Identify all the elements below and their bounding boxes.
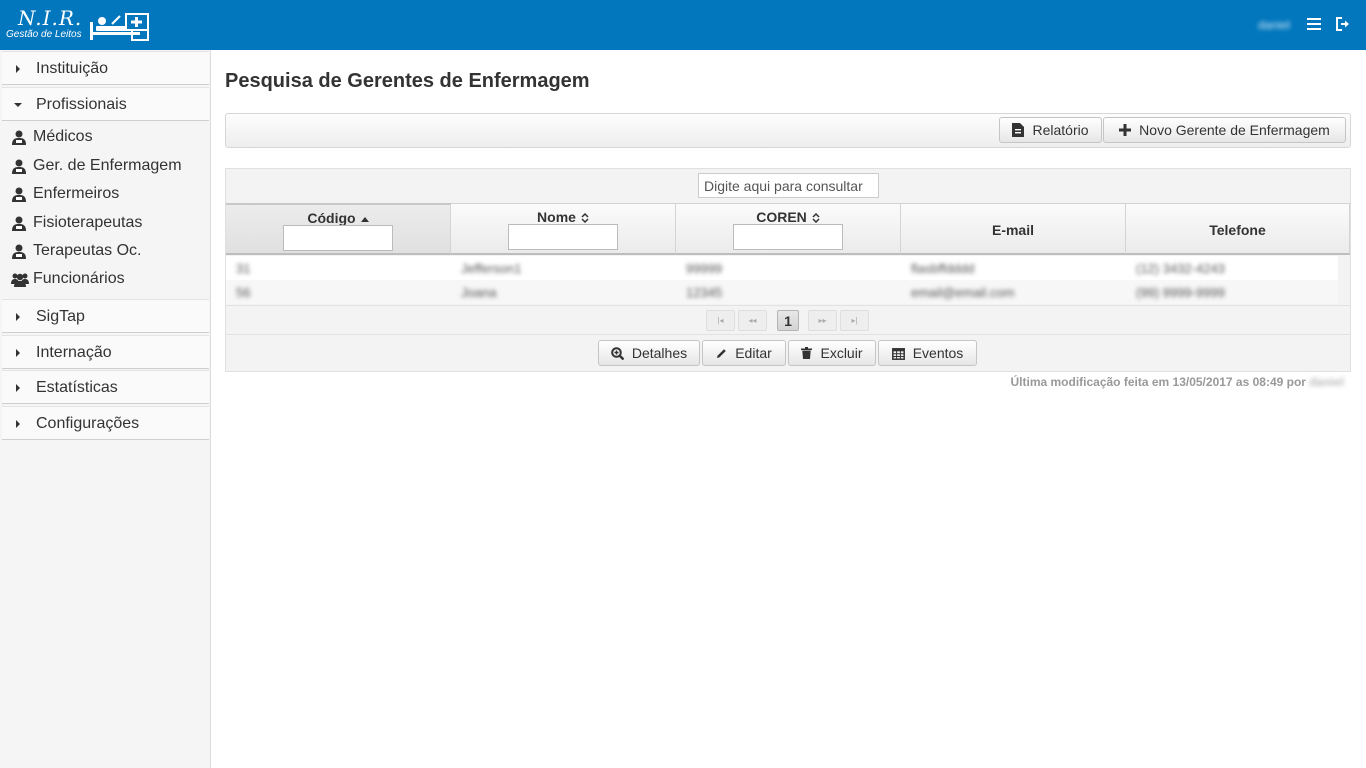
app-logo[interactable]: N.I.R. Gestão de Leitos — [6, 4, 156, 46]
new-manager-button[interactable]: Novo Gerente de Enfermagem — [1103, 117, 1346, 143]
cell-coren: 12345 — [686, 285, 723, 300]
trash-icon — [801, 347, 813, 359]
sidebar-item-label: Terapeutas Oc. — [33, 242, 142, 259]
caret-right-icon — [16, 313, 20, 321]
column-header-codigo[interactable]: Código — [226, 203, 451, 255]
column-label: Código — [307, 210, 356, 226]
caret-right-icon — [16, 65, 20, 73]
caret-right-icon — [16, 420, 20, 428]
sidebar-section-label: Profissionais — [36, 96, 127, 113]
column-header-telefone: Telefone — [1126, 203, 1350, 255]
sort-icon — [581, 213, 589, 224]
filter-coren-input[interactable] — [733, 224, 843, 250]
logo-subtitle: Gestão de Leitos — [6, 29, 82, 40]
search-plus-icon — [611, 346, 624, 360]
delete-label: Excluir — [820, 345, 863, 361]
sidebar-section-profissionais[interactable]: Profissionais — [2, 87, 209, 121]
sidebar-section-label: Configurações — [36, 415, 140, 432]
modified-by-user: daniel — [1309, 375, 1344, 389]
sign-out-icon[interactable] — [1336, 17, 1350, 31]
column-header-nome[interactable]: Nome — [451, 203, 676, 255]
prev-page-icon[interactable]: ◂◂ — [738, 310, 767, 331]
cell-telefone: (12) 3432-4243 — [1136, 261, 1225, 276]
sidebar-section-label: SigTap — [36, 308, 85, 325]
last-modified-text: Última modificação feita em 13/05/2017 a… — [1010, 375, 1306, 389]
sidebar-item-label: Funcionários — [33, 270, 125, 287]
column-label: Telefone — [1209, 222, 1266, 238]
column-header-coren[interactable]: COREN — [676, 203, 901, 255]
new-manager-label: Novo Gerente de Enfermagem — [1139, 122, 1330, 138]
user-md-icon — [12, 216, 26, 231]
global-search-input[interactable] — [698, 173, 879, 198]
last-modified-note: Última modificação feita em 13/05/2017 a… — [1010, 375, 1344, 389]
calendar-icon — [891, 347, 905, 360]
last-page-icon[interactable]: ▸| — [840, 310, 869, 331]
edit-button[interactable]: Editar — [702, 340, 786, 366]
page-title: Pesquisa de Gerentes de Enfermagem — [225, 70, 590, 92]
logo-title: N.I.R. — [18, 6, 83, 30]
hamburger-icon[interactable] — [1307, 18, 1321, 32]
sidebar-section-sigtap[interactable]: SigTap — [2, 299, 209, 333]
cell-codigo: 31 — [236, 261, 251, 276]
filter-nome-input[interactable] — [508, 224, 618, 250]
details-label: Detalhes — [631, 345, 688, 361]
delete-button[interactable]: Excluir — [788, 340, 876, 366]
sort-icon — [812, 213, 820, 224]
cell-email: flasbffdddd — [911, 261, 975, 276]
user-md-icon — [12, 159, 26, 174]
column-label: Nome — [537, 209, 576, 225]
users-icon — [11, 273, 29, 287]
report-button[interactable]: Relatório — [999, 117, 1102, 143]
edit-label: Editar — [735, 345, 772, 361]
column-label: COREN — [756, 209, 807, 225]
plus-icon — [1119, 124, 1132, 136]
filter-codigo-input[interactable] — [283, 225, 393, 251]
sidebar-section-internacao[interactable]: Internação — [2, 335, 209, 369]
sidebar-section-instituicao[interactable]: Instituição — [2, 51, 209, 85]
sort-up-icon — [360, 216, 369, 222]
events-label: Eventos — [912, 345, 964, 361]
caret-right-icon — [16, 384, 20, 392]
details-button[interactable]: Detalhes — [598, 340, 700, 366]
sidebar-section-label: Estatísticas — [36, 379, 118, 396]
cell-nome: Joana — [461, 285, 497, 300]
pencil-icon — [717, 348, 727, 358]
file-text-icon — [1012, 123, 1025, 137]
sidebar-section-label: Internação — [36, 344, 112, 361]
column-label: E-mail — [991, 222, 1034, 238]
top-bar: N.I.R. Gestão de Leitos daniel — [0, 0, 1366, 50]
page-number-button[interactable]: 1 — [777, 310, 799, 331]
first-page-icon[interactable]: |◂ — [706, 310, 735, 331]
caret-right-icon — [16, 349, 20, 357]
sidebar-item-label: Fisioterapeutas — [33, 214, 143, 231]
sidebar-section-label: Instituição — [36, 60, 109, 77]
cell-telefone: (99) 9999-9999 — [1136, 285, 1225, 300]
user-md-icon — [12, 244, 26, 259]
table-row[interactable]: 56 Joana 12345 email@email.com (99) 9999… — [226, 280, 1338, 304]
cell-nome: Jefferson1 — [461, 261, 522, 276]
user-md-icon — [12, 130, 26, 145]
user-md-icon — [12, 187, 26, 202]
caret-down-icon — [14, 103, 22, 107]
sidebar-item-label: Médicos — [33, 128, 93, 145]
cell-email: email@email.com — [911, 285, 1015, 300]
events-button[interactable]: Eventos — [878, 340, 977, 366]
cell-codigo: 56 — [236, 285, 251, 300]
table-row[interactable]: 31 Jefferson1 99999 flasbffdddd (12) 343… — [226, 256, 1338, 280]
cell-coren: 99999 — [686, 261, 723, 276]
next-page-icon[interactable]: ▸▸ — [808, 310, 837, 331]
user-name[interactable]: daniel — [1258, 18, 1290, 32]
sidebar-section-configuracoes[interactable]: Configurações — [2, 406, 209, 440]
sidebar-item-label: Ger. de Enfermagem — [33, 157, 182, 174]
sidebar-item-label: Enfermeiros — [33, 185, 120, 202]
column-header-email: E-mail — [901, 203, 1126, 255]
hospital-bed-icon — [90, 13, 149, 41]
report-label: Relatório — [1032, 122, 1089, 138]
sidebar-section-estatisticas[interactable]: Estatísticas — [2, 370, 209, 404]
